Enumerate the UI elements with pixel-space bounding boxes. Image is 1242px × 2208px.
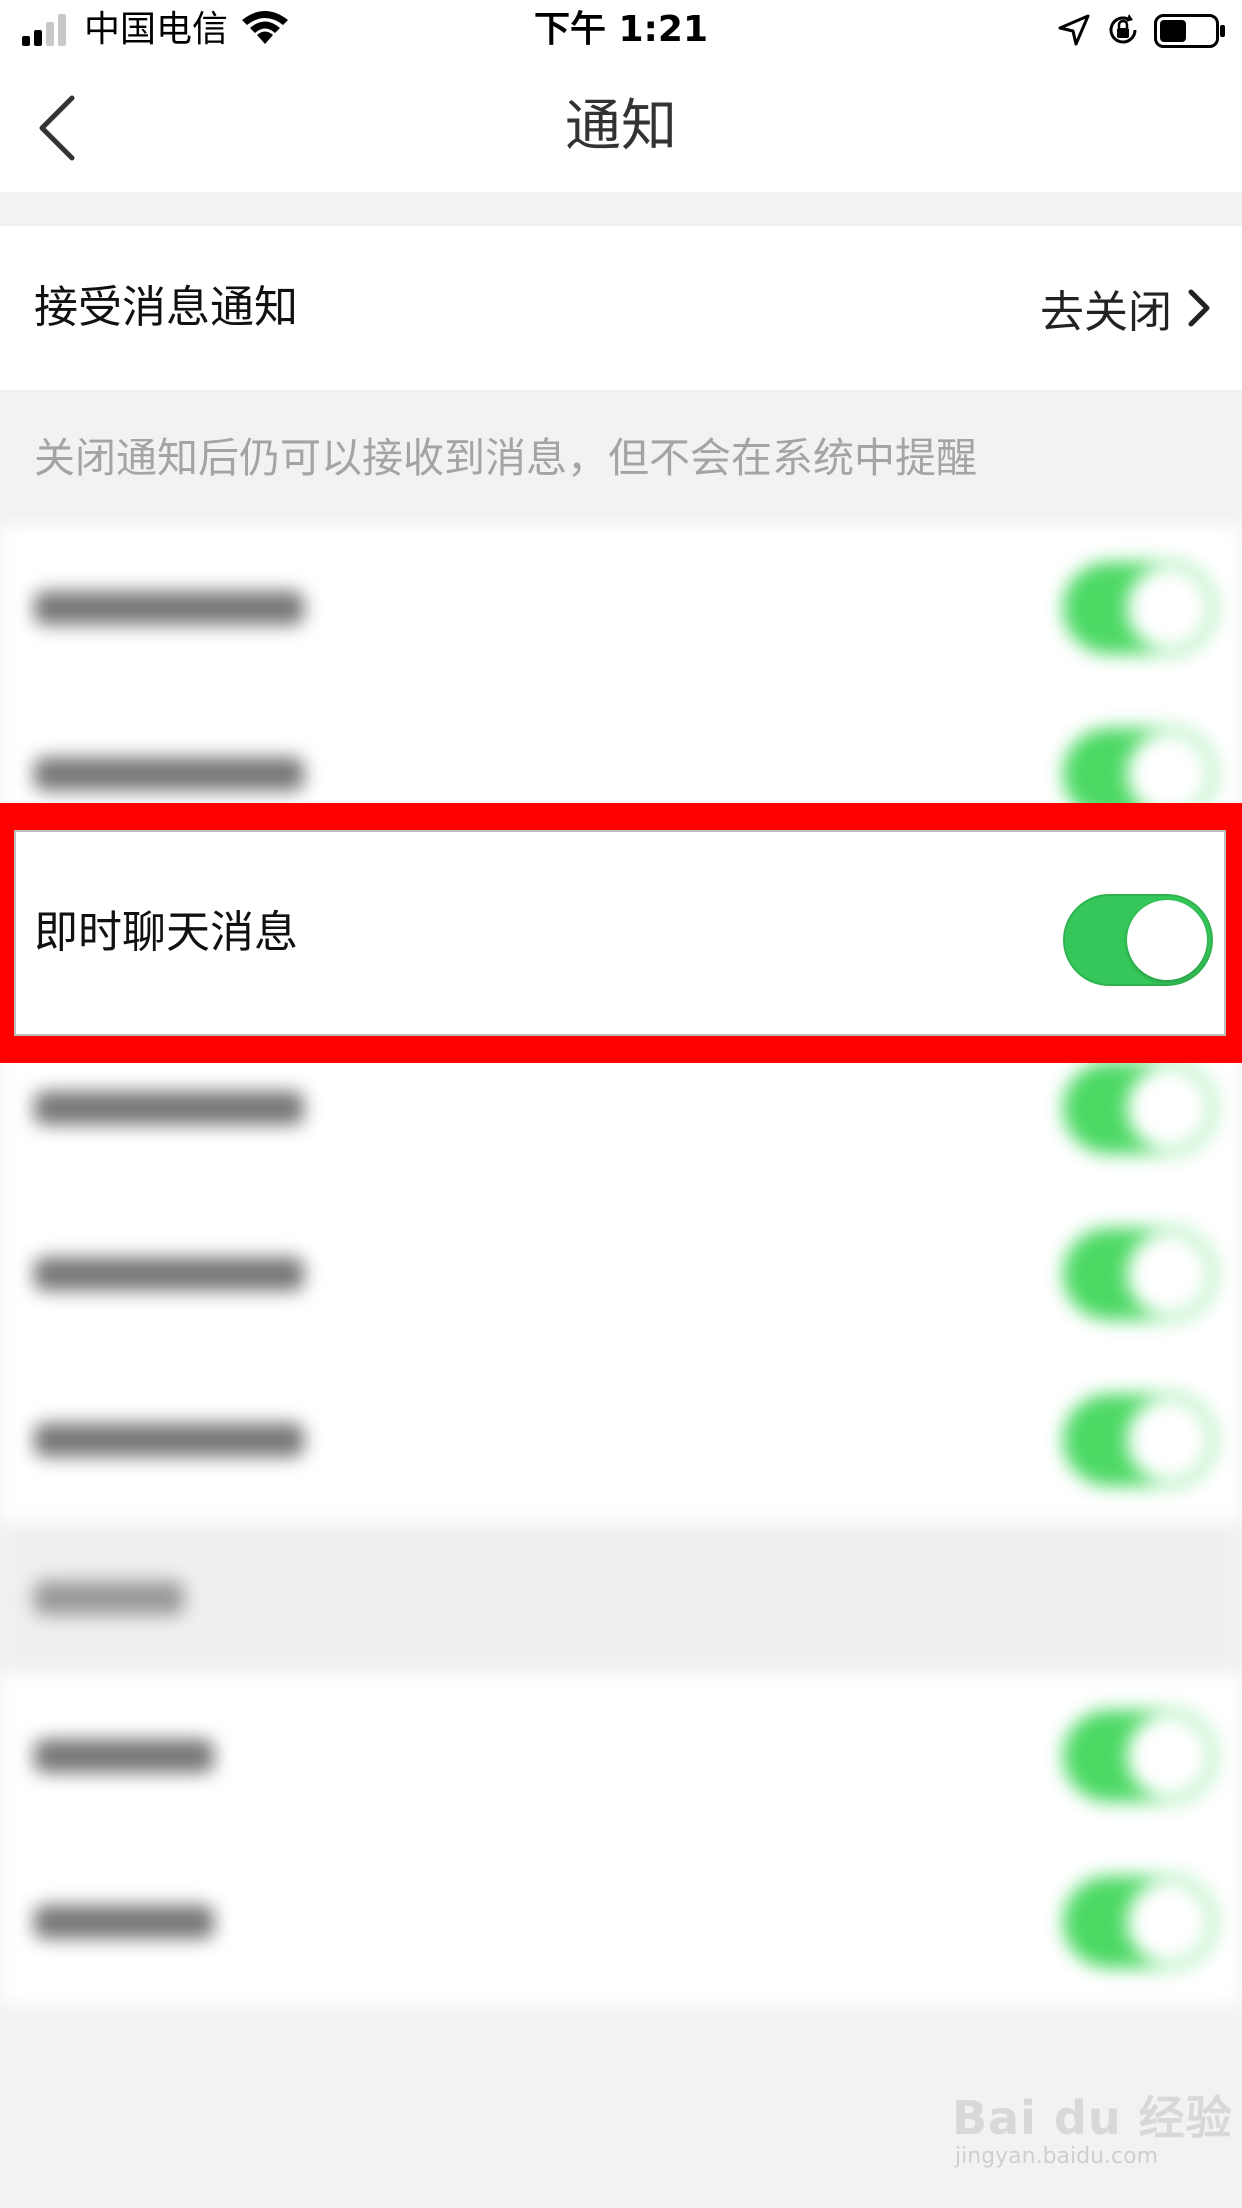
blurred-label bbox=[34, 1423, 304, 1457]
blurred-label bbox=[34, 1581, 184, 1615]
chevron-right-icon bbox=[1188, 289, 1210, 327]
status-bar: 中国电信 下午 1:21 bbox=[0, 0, 1242, 62]
go-disable-link[interactable]: 去关闭 bbox=[1040, 226, 1212, 390]
back-button[interactable] bbox=[30, 92, 90, 164]
baidu-watermark-url: jingyan.baidu.com bbox=[955, 2144, 1159, 2169]
receive-notifications-row[interactable]: 接受消息通知 去关闭 bbox=[0, 226, 1242, 390]
blurred-label bbox=[34, 1257, 304, 1291]
page-title: 通知 bbox=[565, 94, 677, 159]
blurred-row bbox=[0, 1673, 1242, 1839]
blurred-toggle bbox=[1063, 1394, 1215, 1486]
blurred-settings-list bbox=[0, 525, 1242, 2005]
blurred-section-header bbox=[0, 1523, 1242, 1673]
status-time: 下午 1:21 bbox=[533, 9, 709, 50]
blurred-toggle bbox=[1063, 1062, 1215, 1154]
blurred-label bbox=[34, 1739, 214, 1773]
instant-chat-toggle[interactable] bbox=[1063, 894, 1213, 986]
toggle-knob bbox=[1127, 900, 1207, 980]
blurred-row bbox=[0, 525, 1242, 691]
blurred-toggle bbox=[1063, 562, 1215, 654]
orientation-lock-icon bbox=[1109, 14, 1137, 44]
blurred-row bbox=[0, 1357, 1242, 1523]
blurred-toggle bbox=[1063, 1876, 1215, 1968]
blurred-toggle bbox=[1063, 1228, 1215, 1320]
blurred-row bbox=[0, 1839, 1242, 2005]
blurred-label bbox=[34, 591, 304, 625]
location-icon bbox=[1058, 14, 1090, 46]
instant-chat-label: 即时聊天消息 bbox=[34, 907, 298, 958]
blurred-toggle bbox=[1063, 1710, 1215, 1802]
nav-bar: 通知 bbox=[0, 62, 1242, 192]
receive-notifications-label: 接受消息通知 bbox=[34, 282, 298, 333]
blurred-label bbox=[34, 1091, 304, 1125]
blurred-label bbox=[34, 757, 304, 791]
blurred-row bbox=[0, 1191, 1242, 1357]
battery-icon bbox=[1154, 14, 1225, 48]
notification-hint: 关闭通知后仍可以接收到消息，但不会在系统中提醒 bbox=[34, 434, 977, 482]
blurred-label bbox=[34, 1905, 214, 1939]
baidu-watermark-logo: Bai du 经验 bbox=[952, 2091, 1233, 2145]
go-disable-label: 去关闭 bbox=[1040, 287, 1172, 338]
